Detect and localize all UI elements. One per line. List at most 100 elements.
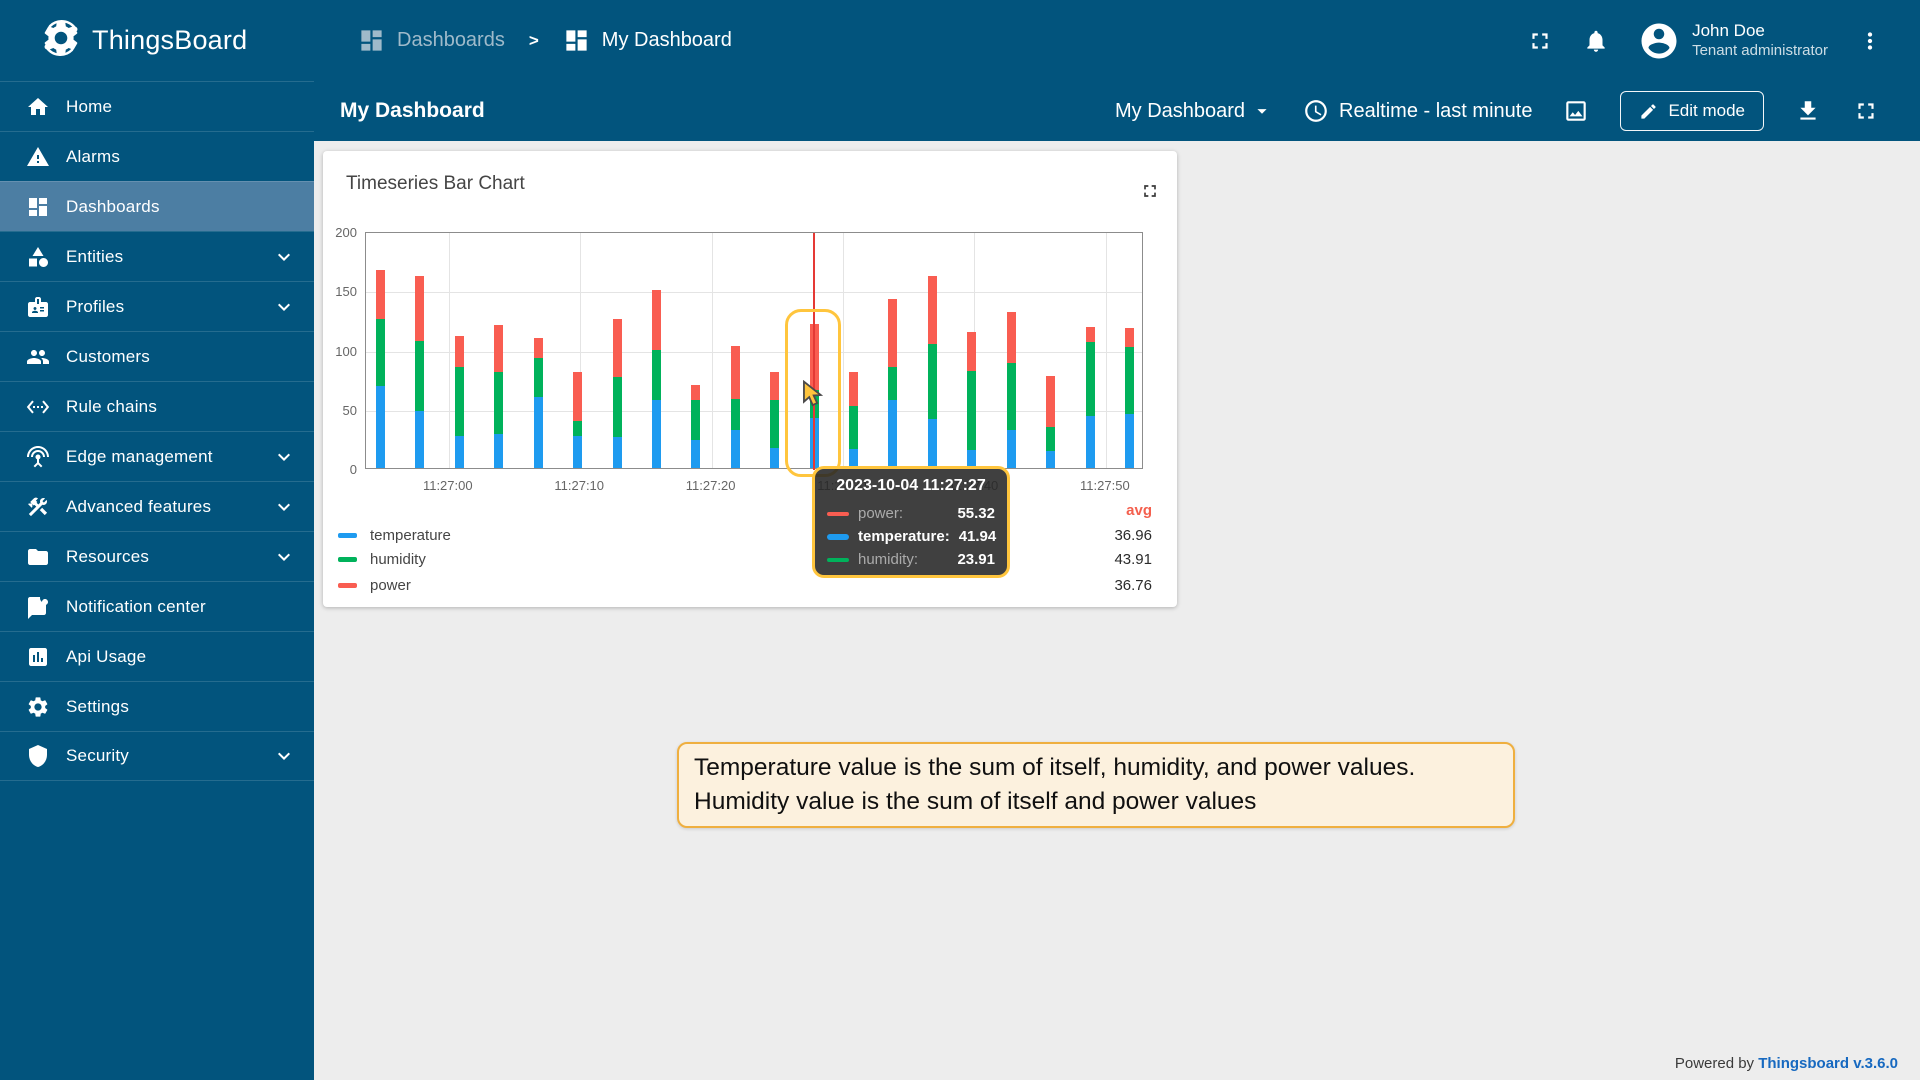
bar-segment-humidity[interactable] — [1086, 342, 1095, 415]
bar-segment-humidity[interactable] — [455, 367, 464, 436]
chart-plot[interactable] — [365, 232, 1143, 469]
bar-segment-power[interactable] — [415, 276, 424, 341]
bar-segment-power[interactable] — [652, 290, 661, 349]
breadcrumb-label: Dashboards — [397, 29, 505, 52]
sidebar-item-alarms[interactable]: Alarms — [0, 131, 314, 181]
app-root: ThingsBoard HomeAlarmsDashboardsEntities… — [0, 0, 1920, 1080]
bar-segment-humidity[interactable] — [652, 350, 661, 401]
bar-segment-humidity[interactable] — [888, 367, 897, 400]
bar-segment-power[interactable] — [967, 332, 976, 371]
bar-segment-temperature[interactable] — [1086, 416, 1095, 468]
bar-segment-humidity[interactable] — [691, 400, 700, 439]
sidebar-item-rule-chains[interactable]: Rule chains — [0, 381, 314, 431]
fullscreen-icon — [1527, 28, 1553, 54]
bar-segment-humidity[interactable] — [967, 371, 976, 450]
thingsboard-version-link[interactable]: Thingsboard v.3.6.0 — [1758, 1055, 1898, 1072]
bar-segment-temperature[interactable] — [1125, 414, 1134, 469]
bar-segment-humidity[interactable] — [770, 400, 779, 447]
sidebar-item-settings[interactable]: Settings — [0, 681, 314, 731]
timewindow-button[interactable]: Realtime - last minute — [1303, 98, 1532, 124]
sidebar-item-advanced-features[interactable]: Advanced features — [0, 481, 314, 531]
bar-segment-temperature[interactable] — [770, 448, 779, 468]
bar-segment-power[interactable] — [770, 372, 779, 400]
y-axis-label: 150 — [323, 284, 357, 299]
annotation-note: Temperature value is the sum of itself, … — [677, 742, 1515, 828]
bar-segment-humidity[interactable] — [376, 319, 385, 387]
dashboard-image-button[interactable] — [1562, 97, 1590, 125]
legend-item-power[interactable]: power — [338, 577, 411, 594]
edit-mode-button[interactable]: Edit mode — [1620, 91, 1764, 131]
bar-segment-power[interactable] — [1086, 327, 1095, 342]
bar-segment-power[interactable] — [888, 299, 897, 368]
bar-segment-humidity[interactable] — [415, 341, 424, 411]
sidebar-item-resources[interactable]: Resources — [0, 531, 314, 581]
bar-segment-humidity[interactable] — [849, 406, 858, 449]
download-button[interactable] — [1794, 97, 1822, 125]
sidebar-item-profiles[interactable]: Profiles — [0, 281, 314, 331]
bar-segment-humidity[interactable] — [534, 358, 543, 397]
bar-segment-power[interactable] — [613, 319, 622, 377]
bar-segment-power[interactable] — [691, 385, 700, 400]
bar-segment-temperature[interactable] — [573, 436, 582, 468]
chevron-down-icon — [272, 295, 296, 319]
bar-segment-humidity[interactable] — [1046, 427, 1055, 452]
bar-segment-power[interactable] — [1046, 376, 1055, 427]
bar-segment-power[interactable] — [494, 325, 503, 372]
sidebar-item-label: Security — [66, 746, 256, 766]
bar-segment-temperature[interactable] — [928, 419, 937, 468]
sidebar-item-security[interactable]: Security — [0, 731, 314, 781]
bar-segment-humidity[interactable] — [731, 399, 740, 430]
user-menu[interactable]: John Doe Tenant administrator — [1638, 20, 1828, 62]
bar-segment-power[interactable] — [455, 336, 464, 367]
bar-segment-power[interactable] — [1007, 312, 1016, 363]
fullscreen-button[interactable] — [1526, 27, 1554, 55]
sidebar-item-home[interactable]: Home — [0, 81, 314, 131]
sidebar-item-dashboards[interactable]: Dashboards — [0, 181, 314, 231]
legend-item-temperature[interactable]: temperature — [338, 527, 451, 544]
bar-segment-humidity[interactable] — [494, 372, 503, 434]
bar-segment-temperature[interactable] — [455, 436, 464, 468]
sidebar-item-customers[interactable]: Customers — [0, 331, 314, 381]
more-menu-button[interactable] — [1856, 27, 1884, 55]
bar-segment-power[interactable] — [1125, 328, 1134, 347]
bar-segment-power[interactable] — [534, 338, 543, 358]
bar-segment-power[interactable] — [731, 346, 740, 399]
legend-item-humidity[interactable]: humidity — [338, 551, 426, 568]
bar-segment-temperature[interactable] — [652, 400, 661, 468]
bar-segment-temperature[interactable] — [494, 434, 503, 468]
x-axis-label: 11:27:20 — [671, 478, 751, 493]
bar-segment-humidity[interactable] — [1007, 363, 1016, 431]
sidebar-item-notification-center[interactable]: Notification center — [0, 581, 314, 631]
bar-segment-power[interactable] — [928, 276, 937, 344]
bar-segment-temperature[interactable] — [534, 397, 543, 468]
bar-segment-temperature[interactable] — [1007, 430, 1016, 468]
bar-segment-power[interactable] — [376, 270, 385, 319]
bar-segment-temperature[interactable] — [376, 386, 385, 468]
bar-segment-temperature[interactable] — [415, 411, 424, 468]
bar-segment-temperature[interactable] — [1046, 451, 1055, 468]
widget-expand-button[interactable] — [1140, 181, 1160, 201]
sidebar-item-label: Edge management — [66, 447, 256, 467]
bar-segment-power[interactable] — [849, 372, 858, 406]
series-dash-icon — [338, 533, 357, 538]
breadcrumb-item-dashboards[interactable]: Dashboards — [358, 27, 505, 54]
bar-segment-temperature[interactable] — [888, 400, 897, 468]
sidebar-item-label: Settings — [66, 697, 296, 717]
bar-segment-humidity[interactable] — [1125, 347, 1134, 413]
toolbar-fullscreen-button[interactable] — [1852, 97, 1880, 125]
breadcrumb-item-my-dashboard[interactable]: My Dashboard — [563, 27, 732, 54]
bar-segment-temperature[interactable] — [613, 437, 622, 468]
app-logo[interactable]: ThingsBoard — [0, 0, 314, 81]
bar-segment-humidity[interactable] — [928, 344, 937, 420]
sidebar-item-entities[interactable]: Entities — [0, 231, 314, 281]
notifications-button[interactable] — [1582, 27, 1610, 55]
sidebar-item-api-usage[interactable]: Api Usage — [0, 631, 314, 681]
bar-segment-temperature[interactable] — [731, 430, 740, 468]
mouse-cursor-icon — [800, 380, 826, 408]
bar-segment-temperature[interactable] — [691, 440, 700, 468]
dashboard-select[interactable]: My Dashboard — [1115, 100, 1273, 123]
sidebar-item-edge-management[interactable]: Edge management — [0, 431, 314, 481]
bar-segment-power[interactable] — [573, 372, 582, 421]
bar-segment-humidity[interactable] — [573, 421, 582, 436]
bar-segment-humidity[interactable] — [613, 377, 622, 437]
